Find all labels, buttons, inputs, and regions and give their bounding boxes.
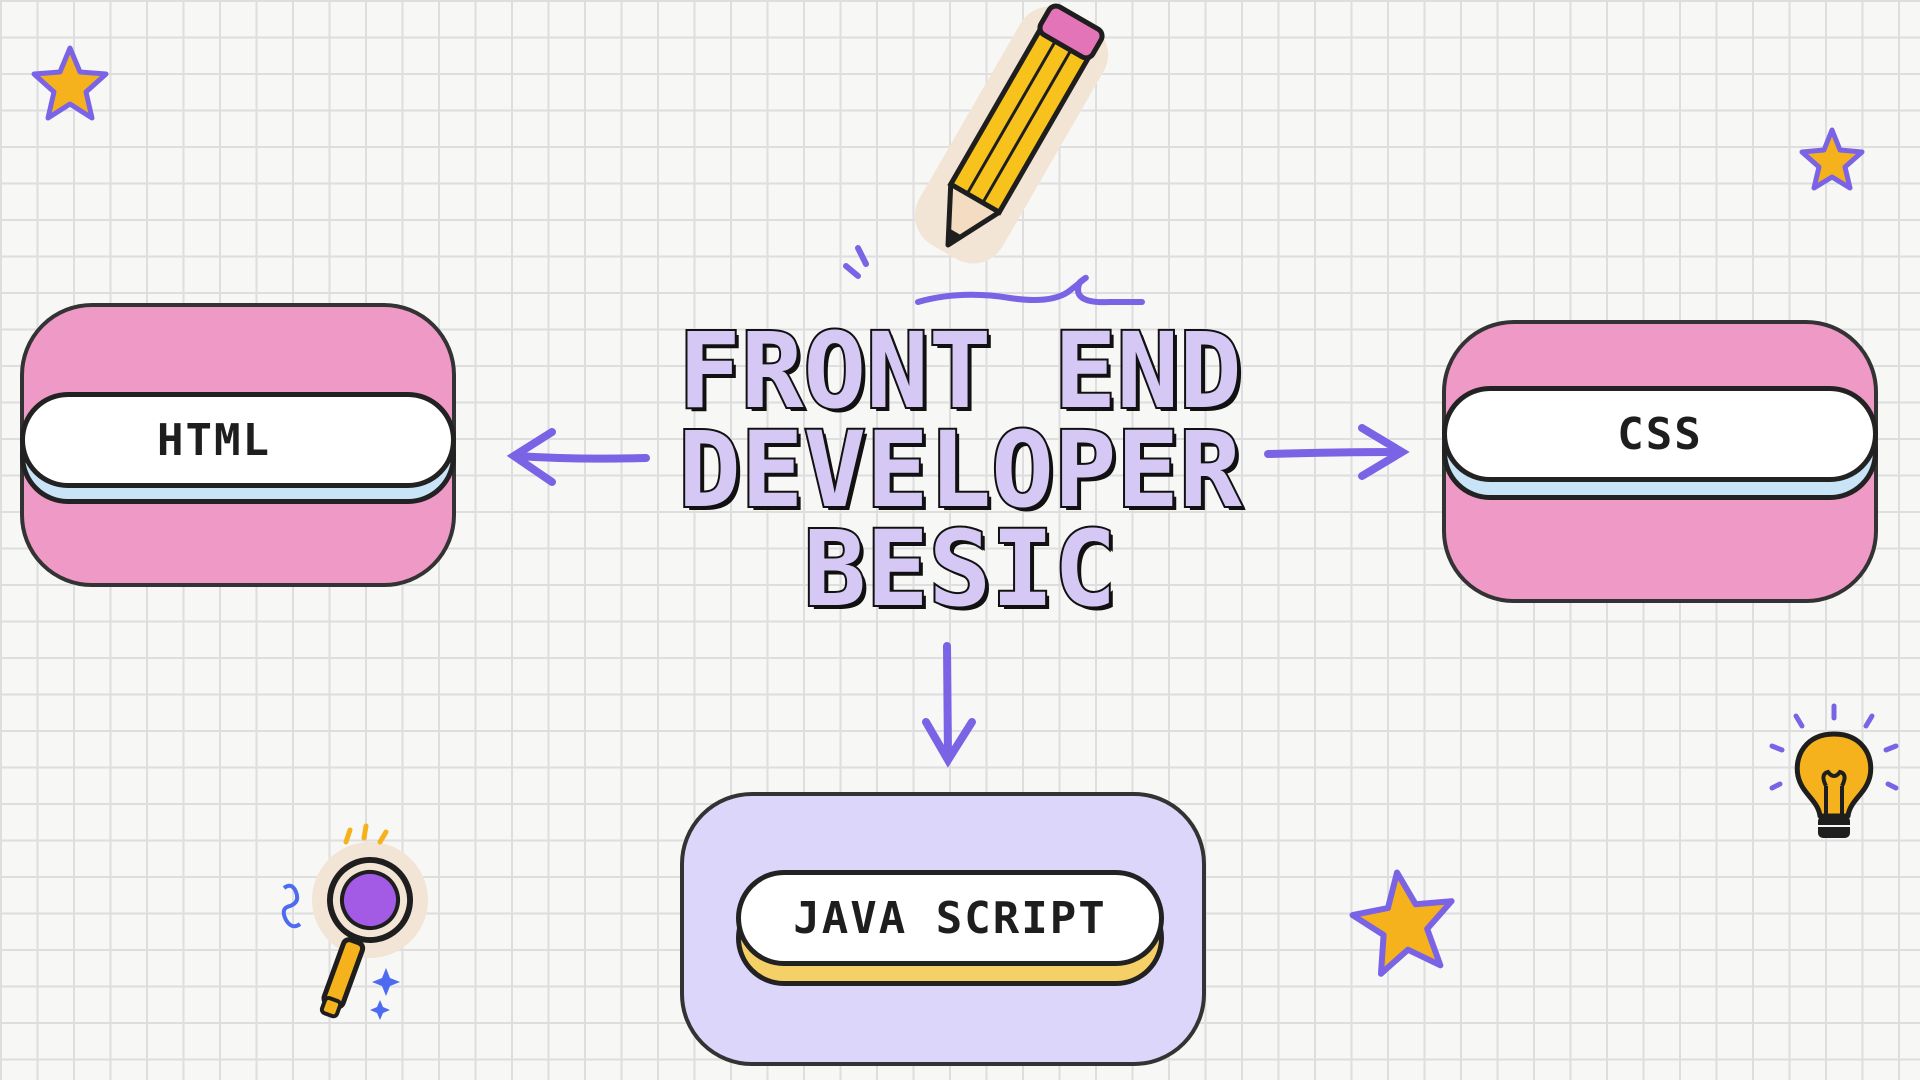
diagram-decoration [31,3,1899,1020]
star-icon [1349,869,1455,977]
star-icon [1799,127,1865,191]
arrow-to-javascript [922,642,976,768]
pencil-icon [914,3,1109,264]
magnifier-icon [312,842,428,1019]
lightbulb-icon [1769,703,1899,838]
star-icon [31,45,109,121]
arrow-to-html [506,428,650,486]
arrow-to-css [1264,424,1410,480]
